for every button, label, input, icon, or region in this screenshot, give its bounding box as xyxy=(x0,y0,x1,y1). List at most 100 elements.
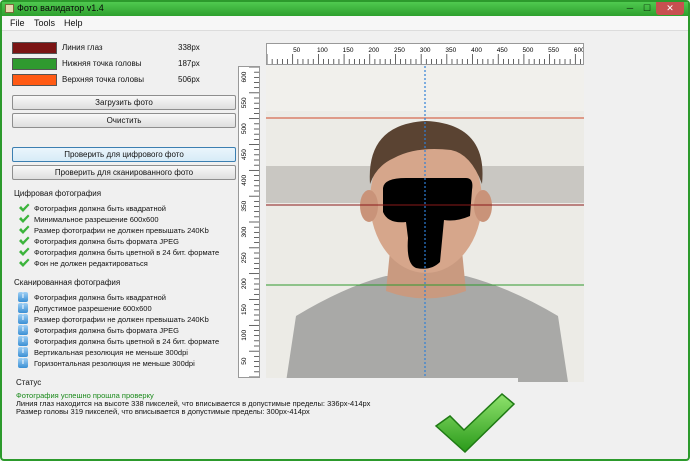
digital-item: Размер фотографии не должен превышать 24… xyxy=(18,225,238,235)
window-title: Фото валидатор v1.4 xyxy=(17,3,104,13)
check-icon xyxy=(19,236,30,245)
success-checkmark-icon xyxy=(434,392,516,454)
check-icon xyxy=(19,247,30,256)
menu-help[interactable]: Help xyxy=(64,18,83,28)
check-icon xyxy=(19,258,30,267)
ruler-top-scale: 50 100 150 200 250 300 350 400 450 500 550 600 xyxy=(266,47,585,64)
ruler-left-label: 200 xyxy=(241,278,248,289)
digital-item-label: Фотография должна быть цветной в 24 бит.… xyxy=(34,248,220,257)
scanned-item-label: Допустимое разрешение 600x600 xyxy=(34,304,152,313)
eye-line-value: 338px xyxy=(178,43,200,52)
digital-item-label: Фотография должна быть квадратной xyxy=(34,204,166,213)
clear-button[interactable]: Очистить xyxy=(12,113,236,128)
ruler-top-label: 150 xyxy=(343,47,354,54)
ruler-top-label: 200 xyxy=(368,47,379,54)
ruler-top-label: 400 xyxy=(471,47,482,54)
ruler-left-label: 600 xyxy=(241,71,248,82)
head-top-value: 506px xyxy=(178,75,200,84)
scanned-item: i Размер фотографии не должен превышать 2… xyxy=(18,314,238,324)
ruler-left-label: 350 xyxy=(241,200,248,211)
menu-bar: File Tools Help xyxy=(2,16,688,31)
ruler-top-label: 550 xyxy=(548,47,559,54)
ruler-left-label: 450 xyxy=(241,149,248,160)
scanned-item-label: Горизонтальная резолюция не меньше 300dp… xyxy=(34,359,195,368)
digital-item: Минимальное разрешение 600x600 xyxy=(18,214,238,224)
ruler-top-label: 250 xyxy=(394,47,405,54)
digital-group-title: Цифровая фотография xyxy=(14,189,102,198)
chin-point-value: 187px xyxy=(178,59,200,68)
eye-line-label: Линия глаз xyxy=(62,43,103,52)
scanned-item-label: Фотография должна быть квадратной xyxy=(34,293,166,302)
ruler-left-label: 500 xyxy=(241,123,248,134)
info-icon: i xyxy=(18,292,28,302)
ruler-left-scale: 600 550 500 450 400 350 300 250 200 150 100 50 xyxy=(241,66,259,378)
photo-preview xyxy=(266,66,584,382)
ruler-top-label: 50 xyxy=(293,47,301,54)
head-top-swatch xyxy=(12,74,57,86)
ruler-top: 50 100 150 200 250 300 350 400 450 500 550 600 xyxy=(266,43,585,65)
ruler-top-label: 300 xyxy=(420,47,431,54)
legend-head-top: Верхняя точка головы 506px xyxy=(12,74,242,86)
menu-file[interactable]: File xyxy=(10,18,25,28)
ruler-left-label: 400 xyxy=(241,175,248,186)
app-icon xyxy=(5,4,14,13)
digital-item: Фон не должен редактироваться xyxy=(18,258,238,268)
legend-chin-point: Нижняя точка головы 187px xyxy=(12,58,242,70)
scanned-item-label: Вертикальная резолюция не меньше 300dpi xyxy=(34,348,188,357)
right-ear-shape xyxy=(474,190,492,222)
scanned-item: i Вертикальная резолюция не меньше 300dpi xyxy=(18,347,238,357)
info-icon: i xyxy=(18,347,28,357)
menu-tools[interactable]: Tools xyxy=(34,18,55,28)
left-ear-shape xyxy=(360,190,378,222)
chin-point-swatch xyxy=(12,58,57,70)
digital-item-label: Фон не должен редактироваться xyxy=(34,259,148,268)
ruler-left-label: 150 xyxy=(241,304,248,315)
scanned-item-label: Фотография должна быть формата JPEG xyxy=(34,326,179,335)
check-digital-button[interactable]: Проверить для цифрового фото xyxy=(12,147,236,162)
close-button[interactable]: ✕ xyxy=(656,2,684,15)
check-icon xyxy=(19,225,30,234)
digital-item-label: Минимальное разрешение 600x600 xyxy=(34,215,159,224)
digital-item-label: Размер фотографии не должен превышать 24… xyxy=(34,226,209,235)
check-icon xyxy=(19,214,30,223)
info-icon: i xyxy=(18,314,28,324)
head-top-label: Верхняя точка головы xyxy=(62,75,145,84)
info-icon: i xyxy=(18,303,28,313)
ruler-left-label: 550 xyxy=(241,97,248,108)
scanned-item: i Горизонтальная резолюция не меньше 300d… xyxy=(18,358,238,368)
digital-item-label: Фотография должна быть формата JPEG xyxy=(34,237,179,246)
maximize-button[interactable]: ☐ xyxy=(639,2,655,15)
check-scanned-button[interactable]: Проверить для сканированного фото xyxy=(12,165,236,180)
status-head-size-info: Размер головы 319 пикселей, что вписывае… xyxy=(16,407,310,416)
ruler-top-label: 600 xyxy=(574,47,583,54)
digital-item: Фотография должна быть формата JPEG xyxy=(18,236,238,246)
digital-item: Фотография должна быть цветной в 24 бит.… xyxy=(18,247,238,257)
minimize-button[interactable]: ─ xyxy=(622,2,638,15)
title-bar: Фото валидатор v1.4 ─ ☐ ✕ xyxy=(2,2,688,16)
ruler-top-label: 100 xyxy=(317,47,328,54)
eye-line-swatch xyxy=(12,42,57,54)
ruler-left-label: 250 xyxy=(241,252,248,263)
ruler-left-label: 100 xyxy=(241,330,248,341)
ruler-left-label: 300 xyxy=(241,226,248,237)
digital-item: Фотография должна быть квадратной xyxy=(18,203,238,213)
scanned-item-label: Размер фотографии не должен превышать 24… xyxy=(34,315,209,324)
chin-point-label: Нижняя точка головы xyxy=(62,59,142,68)
info-icon: i xyxy=(18,358,28,368)
app-window: Фото валидатор v1.4 ─ ☐ ✕ File Tools Hel… xyxy=(0,0,690,461)
status-title: Статус xyxy=(16,378,42,387)
ruler-top-label: 500 xyxy=(522,47,533,54)
photo-canvas xyxy=(266,66,584,382)
load-photo-button[interactable]: Загрузить фото xyxy=(12,95,236,110)
scanned-item: i Фотография должна быть формата JPEG xyxy=(18,325,238,335)
scanned-item: i Допустимое разрешение 600x600 xyxy=(18,303,238,313)
ruler-left: 600 550 500 450 400 350 300 250 200 150 100 50 xyxy=(238,66,260,378)
ruler-top-label: 350 xyxy=(445,47,456,54)
ruler-left-label: 50 xyxy=(241,357,248,365)
info-icon: i xyxy=(18,325,28,335)
scanned-item-label: Фотография должна быть цветной в 24 бит.… xyxy=(34,337,220,346)
info-icon: i xyxy=(18,336,28,346)
ruler-top-label: 450 xyxy=(497,47,508,54)
scanned-item: i Фотография должна быть квадратной xyxy=(18,292,238,302)
scanned-group-title: Сканированная фотография xyxy=(14,278,121,287)
